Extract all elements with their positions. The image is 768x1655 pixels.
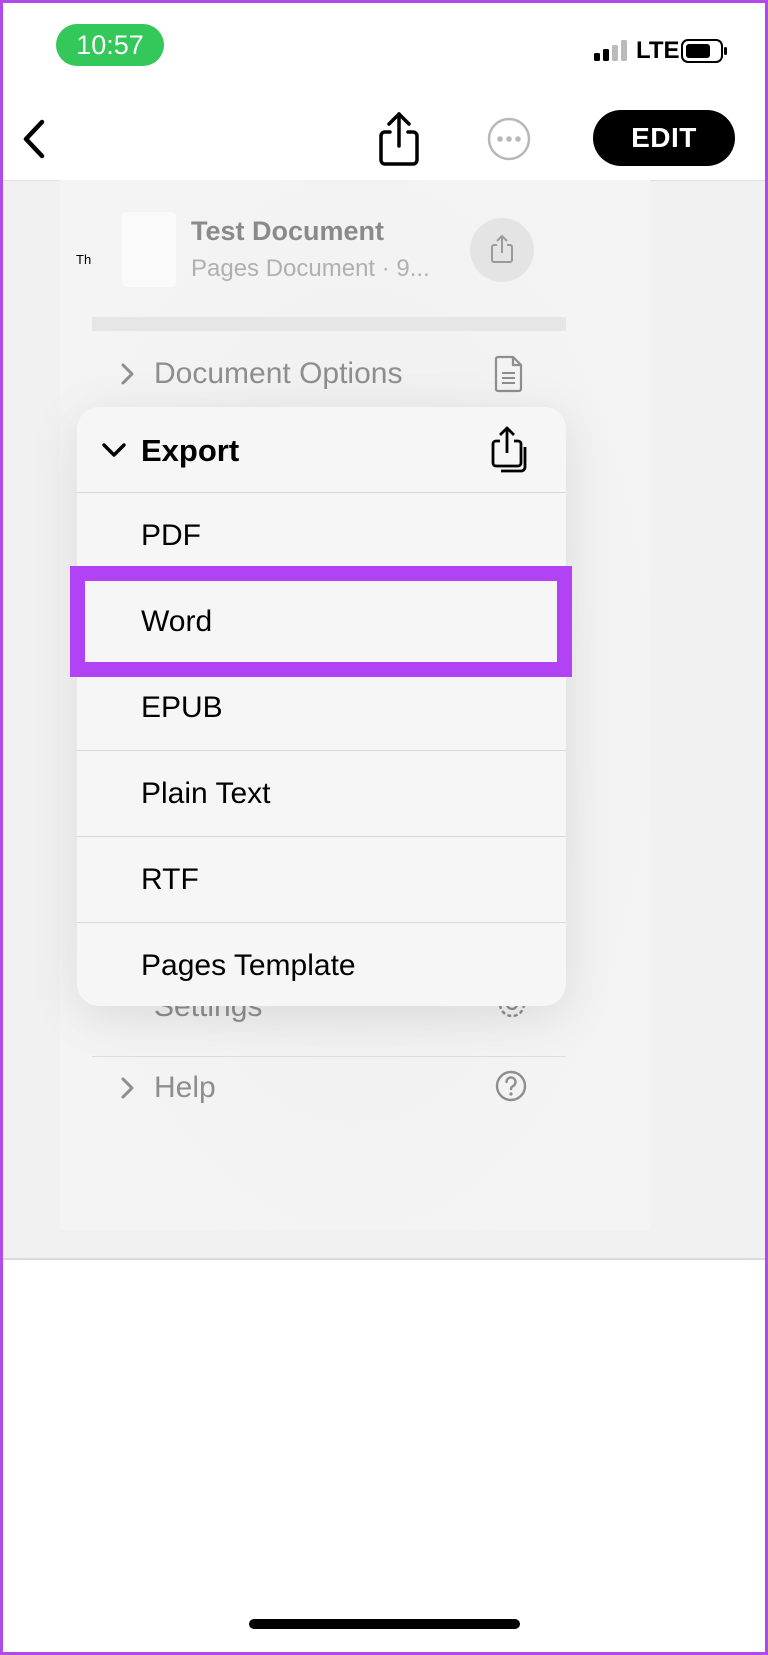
help-circle-icon <box>495 1070 527 1102</box>
export-option-label: EPUB <box>141 691 223 724</box>
export-option-plain-text[interactable]: Plain Text <box>77 751 566 837</box>
section-separator <box>92 317 566 331</box>
chevron-right-icon <box>121 1077 134 1099</box>
export-option-label: Plain Text <box>141 777 271 810</box>
document-title: Test Document <box>191 216 385 246</box>
export-menu-title: Export <box>141 433 240 468</box>
export-share-icon <box>491 426 527 473</box>
status-bar: 10:57 LTE <box>0 0 768 100</box>
document-options-row[interactable]: Document Options <box>92 345 566 405</box>
word-option-highlight <box>70 566 572 677</box>
help-label: Help <box>154 1071 216 1104</box>
chevron-down-icon <box>102 443 126 457</box>
document-thumbnail <box>122 212 176 287</box>
export-option-pages-template[interactable]: Pages Template <box>77 923 566 1006</box>
sheet-bottom-divider <box>3 1258 765 1260</box>
share-icon[interactable] <box>376 110 422 168</box>
more-options-icon[interactable] <box>486 116 532 162</box>
export-option-epub[interactable]: EPUB <box>77 665 566 751</box>
navigation-bar: EDIT <box>0 100 768 180</box>
export-option-label: Pages Template <box>141 949 356 982</box>
battery-icon <box>681 39 727 63</box>
document-subtitle: Pages Document · 9... <box>191 255 430 282</box>
network-label: LTE <box>636 37 680 64</box>
thumbnail-label: Th <box>76 252 92 267</box>
export-option-label: PDF <box>141 519 201 552</box>
document-icon <box>494 355 523 393</box>
edit-button[interactable]: EDIT <box>593 110 735 166</box>
row-divider <box>92 1056 566 1057</box>
export-menu-header[interactable]: Export <box>77 407 566 493</box>
document-options-label: Document Options <box>154 357 403 390</box>
chevron-right-icon <box>121 363 134 385</box>
document-share-button[interactable] <box>470 218 534 282</box>
home-indicator[interactable] <box>249 1619 520 1629</box>
back-chevron-icon[interactable] <box>18 116 52 162</box>
export-menu: Export PDF Word EPUB Plain Text RTF Page… <box>77 407 566 1006</box>
export-option-rtf[interactable]: RTF <box>77 837 566 923</box>
help-row[interactable]: Help <box>92 1070 566 1130</box>
share-icon <box>491 234 513 263</box>
status-time: 10:57 <box>56 24 164 66</box>
signal-icon <box>594 40 627 61</box>
export-option-label: RTF <box>141 863 199 896</box>
